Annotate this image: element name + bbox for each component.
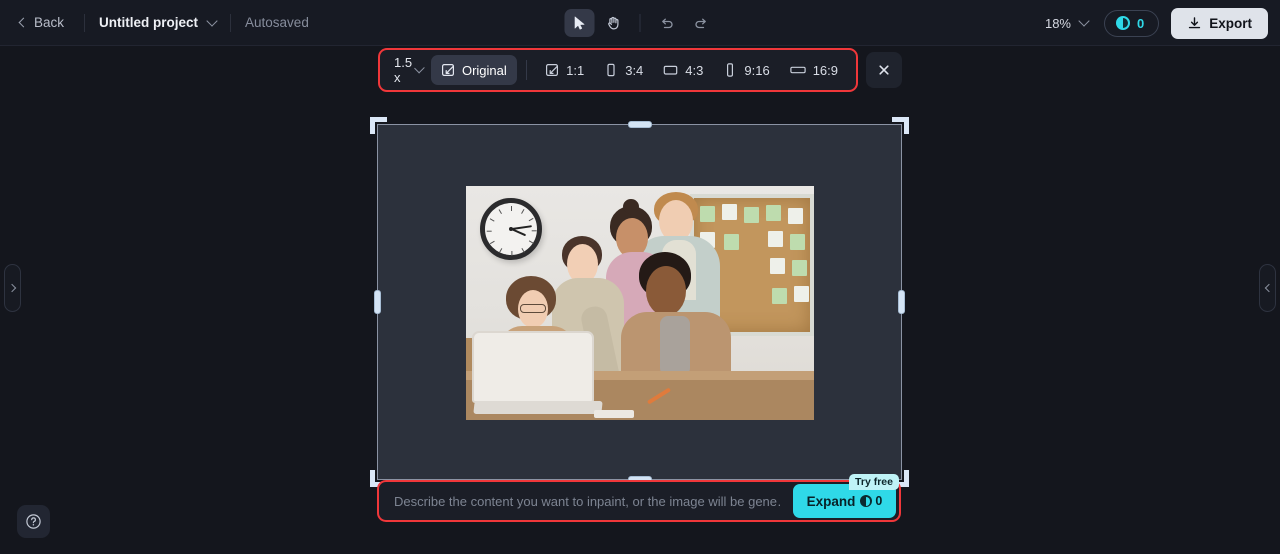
chevron-left-icon: [1264, 283, 1273, 293]
scale-factor-value: 1.5 x: [394, 55, 413, 85]
laptop-screen: [472, 331, 594, 403]
resize-handle-top[interactable]: [627, 121, 652, 128]
zoom-level-control[interactable]: 18%: [1041, 12, 1092, 35]
right-panel-toggle[interactable]: [1259, 264, 1276, 312]
project-name[interactable]: Untitled project: [99, 15, 198, 30]
frame-expand-icon: [441, 64, 454, 77]
ratio-option-label: 3:4: [625, 62, 644, 78]
redo-arrow-icon: [694, 18, 706, 28]
chevron-right-icon: [7, 283, 16, 293]
try-free-badge[interactable]: Try free: [849, 474, 899, 490]
topbar-right-group: 18% 0 Export: [1041, 0, 1268, 46]
divider: [639, 14, 641, 32]
credits-badge[interactable]: 0: [1104, 9, 1160, 37]
inpaint-prompt-input[interactable]: [382, 484, 793, 518]
ratio-option-label: 4:3: [685, 62, 704, 78]
coin-icon: [860, 495, 873, 507]
portrait-rect-icon: [607, 63, 615, 77]
back-button[interactable]: Back: [14, 10, 70, 35]
aspect-ratio-toolbar-wrapper: 1.5 x Original 1:1 3:4 4:3 9:16 16:9: [378, 48, 902, 92]
ratio-option-label: 16:9: [812, 62, 838, 78]
paper-sheet: [594, 410, 634, 418]
divider: [84, 13, 86, 32]
ratio-option-9-16[interactable]: 9:16: [713, 55, 779, 85]
close-aspect-toolbar-button[interactable]: [866, 52, 902, 88]
tall-phone-icon: [727, 63, 734, 77]
aspect-ratio-toolbar: 1.5 x Original 1:1 3:4 4:3 9:16 16:9: [378, 48, 858, 92]
landscape-rect-icon: [663, 65, 678, 75]
expand-button[interactable]: Expand 0 Try free: [793, 474, 899, 518]
chevron-down-icon: [1078, 15, 1090, 27]
export-button-label: Export: [1209, 15, 1252, 31]
wall-clock: [480, 198, 542, 260]
canvas-image[interactable]: [466, 186, 814, 420]
ratio-option-original[interactable]: Original: [430, 55, 517, 85]
laptop-base: [473, 401, 603, 414]
frame-expand-icon: [546, 64, 559, 77]
ratio-option-1-1[interactable]: 1:1: [535, 55, 594, 85]
ratio-option-label: 1:1: [566, 62, 585, 78]
topbar-left-group: Back Untitled project Autosaved: [0, 0, 309, 46]
project-name-group[interactable]: Untitled project: [99, 14, 218, 30]
undo-arrow-icon: [661, 18, 673, 28]
hand-tool[interactable]: [599, 9, 629, 37]
ratio-option-16-9[interactable]: 16:9: [780, 55, 848, 85]
ratio-option-label: Original: [461, 62, 507, 78]
resize-handle-top-right[interactable]: [892, 117, 909, 134]
divider: [230, 13, 232, 32]
cursor-arrow-icon: [574, 16, 585, 30]
canvas-tools: [564, 0, 716, 46]
inpaint-prompt-bar: Expand 0 Try free: [377, 474, 901, 522]
expand-cost-value: 0: [875, 494, 883, 508]
coin-icon: [1116, 16, 1130, 30]
scale-factor-select[interactable]: 1.5 x: [388, 55, 431, 85]
ratio-option-label: 9:16: [744, 62, 770, 78]
canvas-selection-frame[interactable]: [370, 117, 909, 487]
credits-count: 0: [1137, 15, 1145, 31]
download-icon: [1189, 16, 1201, 28]
autosaved-status: Autosaved: [245, 15, 309, 30]
hand-icon: [608, 16, 619, 30]
expand-cost-group: 0: [860, 494, 882, 508]
export-button[interactable]: Export: [1171, 7, 1268, 39]
chevron-left-icon: [18, 17, 29, 28]
question-circle-icon: [26, 514, 41, 529]
undo-tool[interactable]: [652, 9, 682, 37]
top-bar: Back Untitled project Autosaved 18% 0 Ex…: [0, 0, 1280, 46]
redo-tool[interactable]: [686, 9, 716, 37]
resize-handle-left[interactable]: [374, 290, 381, 314]
close-x-icon: [879, 65, 889, 75]
help-button[interactable]: [17, 505, 50, 538]
back-button-label: Back: [34, 15, 65, 30]
resize-handle-top-left[interactable]: [370, 117, 387, 134]
resize-handle-right[interactable]: [898, 290, 905, 314]
zoom-level-value: 18%: [1044, 15, 1071, 31]
select-tool[interactable]: [564, 9, 595, 37]
ratio-option-4-3[interactable]: 4:3: [653, 55, 713, 85]
left-panel-toggle[interactable]: [4, 264, 21, 312]
expand-button-label: Expand: [806, 493, 856, 509]
ratio-option-3-4[interactable]: 3:4: [594, 55, 653, 85]
wide-rect-icon: [789, 66, 806, 74]
chevron-down-icon[interactable]: [206, 14, 218, 27]
